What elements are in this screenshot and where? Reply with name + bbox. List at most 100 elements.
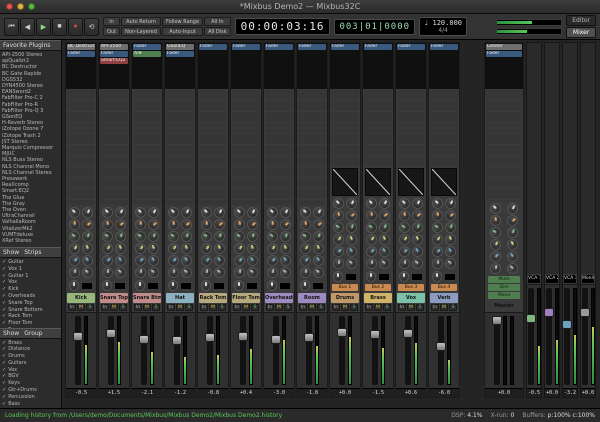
input-button[interactable]: In bbox=[167, 304, 175, 311]
eq-knob[interactable] bbox=[365, 257, 378, 270]
transport-button[interactable]: ▶ bbox=[36, 17, 51, 36]
fader-handle[interactable] bbox=[303, 332, 314, 342]
minimize-icon[interactable] bbox=[17, 3, 24, 10]
eq-knob[interactable] bbox=[99, 252, 115, 269]
eq-knob[interactable] bbox=[133, 218, 147, 231]
transport-toggle[interactable]: Auto-Input bbox=[161, 27, 204, 36]
strip-list-item[interactable]: ✓ Overheads bbox=[2, 293, 59, 300]
strip-nameplate[interactable]: Floor Tom bbox=[232, 293, 260, 303]
eq-knob[interactable] bbox=[431, 257, 444, 270]
mute-button[interactable]: M bbox=[242, 304, 250, 311]
bbt-clock[interactable]: 003|01|0000 bbox=[334, 18, 416, 35]
strip-nameplate[interactable]: Verb bbox=[430, 293, 458, 303]
eq-knob[interactable] bbox=[410, 255, 426, 272]
solo-button[interactable]: S bbox=[152, 304, 160, 311]
eq-knob[interactable] bbox=[364, 209, 378, 222]
channel-fader[interactable] bbox=[402, 316, 413, 385]
transport-toggle[interactable]: Follow Range bbox=[161, 17, 204, 26]
group-list-item[interactable]: ✓ Vox bbox=[2, 367, 59, 374]
strip-nameplate[interactable]: Snare Top bbox=[100, 293, 128, 303]
eq-knob[interactable] bbox=[165, 252, 181, 269]
transport-button[interactable]: ⏮ bbox=[4, 17, 19, 36]
strip-list-item[interactable]: ✓ Snare Top bbox=[2, 300, 59, 307]
solo-button[interactable]: S bbox=[317, 304, 325, 311]
eq-knob[interactable] bbox=[430, 209, 444, 222]
gain-readout[interactable]: -3.0 bbox=[264, 388, 294, 397]
checkmark-icon[interactable]: ✓ bbox=[2, 259, 6, 266]
processor-entry[interactable]: Fader bbox=[232, 44, 260, 50]
input-button[interactable]: In bbox=[266, 304, 274, 311]
timecode-clock[interactable]: 00:00:03:16 bbox=[241, 20, 325, 33]
mute-button[interactable]: M bbox=[275, 304, 283, 311]
eq-knob[interactable] bbox=[331, 209, 345, 222]
bus-assign-tag[interactable]: Bus 2 bbox=[365, 284, 391, 291]
eq-knob[interactable] bbox=[81, 229, 95, 244]
strips-header[interactable]: Show Strips bbox=[0, 247, 61, 258]
eq-knob[interactable] bbox=[411, 220, 425, 235]
monitor-button[interactable]: Dim bbox=[488, 284, 520, 291]
fader-handle[interactable] bbox=[561, 319, 572, 329]
mute-button[interactable]: M bbox=[110, 304, 118, 311]
eq-knob[interactable] bbox=[311, 264, 327, 281]
strip-nameplate[interactable]: Overheads bbox=[265, 293, 293, 303]
processor-box[interactable]: Limiter Fader bbox=[485, 43, 523, 89]
channel-fader[interactable] bbox=[369, 316, 380, 385]
solo-button[interactable]: S bbox=[416, 304, 424, 311]
checkmark-icon[interactable]: ✓ bbox=[2, 293, 6, 300]
bus-assign-tag[interactable]: Bus 4 bbox=[431, 284, 457, 291]
fader-handle[interactable] bbox=[204, 333, 215, 343]
processor-entry[interactable]: Smart:EQ2 bbox=[100, 58, 128, 64]
bus-assign-tag[interactable]: Bus 1 bbox=[332, 284, 358, 291]
eq-knob[interactable] bbox=[266, 266, 279, 279]
processor-box[interactable]: Fader bbox=[330, 43, 360, 89]
mixer-window-button[interactable]: Mixer bbox=[566, 27, 596, 38]
transport-toggle[interactable]: Non-Layered bbox=[121, 27, 161, 36]
solo-button[interactable]: S bbox=[119, 304, 127, 311]
eq-knob[interactable] bbox=[396, 243, 412, 260]
solo-button[interactable]: S bbox=[449, 304, 457, 311]
processor-entry[interactable]: Fader bbox=[265, 44, 293, 50]
gain-readout[interactable]: -0.5 bbox=[527, 388, 541, 397]
processor-entry[interactable]: Fader bbox=[166, 51, 194, 57]
eq-knob[interactable] bbox=[232, 218, 246, 231]
group-list-item[interactable]: ✓ BGV bbox=[2, 373, 59, 380]
eq-knob[interactable] bbox=[66, 252, 82, 269]
eq-knob[interactable] bbox=[443, 255, 459, 272]
strip-nameplate[interactable]: Room bbox=[298, 293, 326, 303]
gain-readout[interactable]: +0.0 bbox=[485, 388, 523, 397]
master-knob[interactable] bbox=[487, 248, 503, 265]
comp-knob[interactable] bbox=[366, 271, 377, 282]
transport-toggle[interactable]: Auto Return bbox=[121, 17, 161, 26]
processor-entry[interactable]: Fader bbox=[486, 51, 522, 57]
checkmark-icon[interactable]: ✓ bbox=[2, 401, 6, 408]
vca-name[interactable]: Monitor bbox=[581, 274, 595, 284]
mute-button[interactable]: M bbox=[77, 304, 85, 311]
gain-readout[interactable]: +0.0 bbox=[545, 388, 559, 397]
comp-knob[interactable] bbox=[432, 271, 443, 282]
processor-entry[interactable]: API-2500 bbox=[100, 44, 128, 50]
eq-knob[interactable] bbox=[398, 257, 411, 270]
eq-knob[interactable] bbox=[299, 266, 312, 279]
gain-readout[interactable]: -2.1 bbox=[132, 388, 162, 397]
input-button[interactable]: In bbox=[299, 304, 307, 311]
strip-list-item[interactable]: ✓ Guitar bbox=[2, 259, 59, 266]
group-list-item[interactable]: ✓ Gtr+Drums bbox=[2, 387, 59, 394]
processor-box[interactable]: Fader bbox=[429, 43, 459, 89]
master-knob[interactable] bbox=[489, 262, 502, 275]
channel-fader[interactable] bbox=[270, 316, 281, 385]
vca-fader[interactable] bbox=[525, 288, 536, 385]
mute-button[interactable]: M bbox=[176, 304, 184, 311]
fader-handle[interactable] bbox=[237, 331, 248, 341]
processor-entry[interactable]: Fader bbox=[430, 44, 458, 50]
bus-assign-tag[interactable]: Bus 3 bbox=[398, 284, 424, 291]
processor-entry[interactable]: Limiter bbox=[486, 44, 522, 50]
channel-fader[interactable] bbox=[303, 316, 314, 385]
checkmark-icon[interactable]: ✓ bbox=[2, 387, 6, 394]
mute-button[interactable]: M bbox=[209, 304, 217, 311]
strip-list-item[interactable]: ✓ Kick bbox=[2, 286, 59, 293]
vca-fader[interactable] bbox=[579, 288, 590, 385]
fader-handle[interactable] bbox=[369, 330, 380, 340]
eq-knob[interactable] bbox=[179, 264, 195, 281]
processor-entry[interactable]: GSonEQ bbox=[166, 44, 194, 50]
strip-list-item[interactable]: ✓ Rack Tom bbox=[2, 313, 59, 320]
